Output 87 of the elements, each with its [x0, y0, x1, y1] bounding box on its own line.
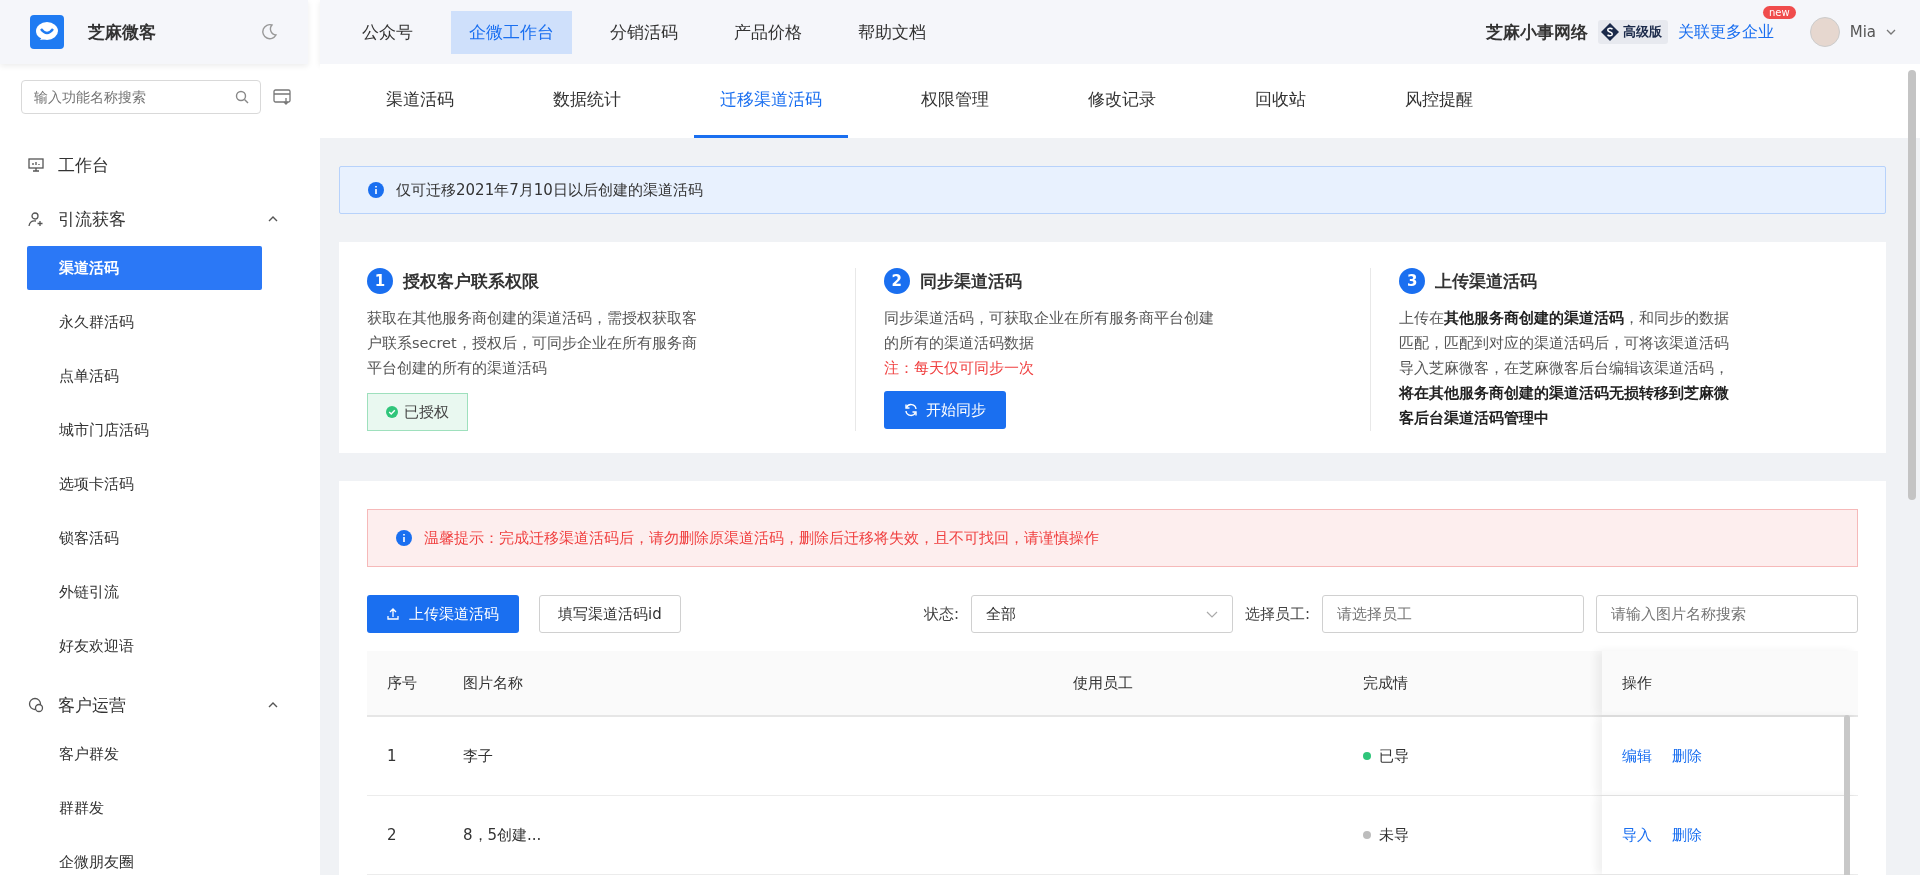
- tab[interactable]: 渠道活码: [360, 64, 480, 138]
- user-menu[interactable]: Mia: [1849, 23, 1876, 41]
- menu-item[interactable]: 城市门店活码: [27, 408, 262, 452]
- step-title: 上传渠道活码: [1435, 269, 1538, 293]
- monitor-icon: [28, 157, 44, 173]
- image-search-field[interactable]: 请输入图片名称搜索: [1596, 595, 1858, 633]
- menu-item[interactable]: 企微朋友圈: [27, 840, 262, 875]
- authorized-status: 已授权: [367, 393, 468, 431]
- chevron-down-icon[interactable]: [1886, 29, 1896, 35]
- menu-item[interactable]: 永久群活码: [27, 300, 262, 344]
- menu-group[interactable]: 客户运营: [0, 678, 320, 732]
- company-name: 芝麻小事网络: [1485, 20, 1588, 44]
- avatar[interactable]: [1809, 17, 1840, 47]
- menu-item[interactable]: 客户群发: [27, 732, 262, 776]
- table-cell-text: 李子: [462, 745, 494, 767]
- menu-item[interactable]: 好友欢迎语: [27, 624, 262, 668]
- upload-icon: [387, 608, 399, 620]
- link-more-companies[interactable]: 关联更多企业: [1677, 21, 1774, 41]
- info-icon: [396, 530, 412, 546]
- step-number: 2: [883, 268, 910, 294]
- info-icon: [368, 182, 384, 198]
- tab[interactable]: 权限管理: [895, 64, 1015, 138]
- table-cell-text: 1: [386, 746, 398, 767]
- tab[interactable]: 数据统计: [527, 64, 647, 138]
- step-number: 1: [367, 268, 393, 294]
- window-download-icon[interactable]: [273, 89, 291, 105]
- scrollbar[interactable]: [1844, 715, 1850, 875]
- status-select[interactable]: 全部: [970, 595, 1233, 633]
- menu-item[interactable]: 锁客活码: [27, 516, 262, 560]
- status-label: 状态:: [923, 604, 959, 624]
- chevron-down-icon: [1205, 610, 1218, 618]
- step-description: 获取在其他服务商创建的渠道活码，需授权获取客户联系secret，授权后，可同步企业在所有服务商平台创建的所有的渠道活码: [367, 309, 698, 378]
- brand-name: 芝麻微客: [88, 20, 157, 44]
- check-circle-icon: [386, 406, 398, 418]
- menu-group[interactable]: 引流获客: [0, 192, 320, 246]
- column-header: 序号: [386, 672, 418, 694]
- tab[interactable]: 风控提醒: [1379, 64, 1499, 138]
- warning-text: 温馨提示：完成迁移渠道活码后，请勿删除原渠道活码，删除后迁移将失效，且不可找回，请谨慎操作: [424, 528, 1099, 548]
- chat-icon: [28, 697, 44, 713]
- staff-label: 选择员工:: [1244, 604, 1310, 624]
- column-header: 使用员工: [1072, 672, 1134, 694]
- row-action-link[interactable]: 删除: [1672, 746, 1702, 766]
- menu-item[interactable]: 渠道活码: [27, 246, 262, 290]
- logo-icon: [30, 15, 64, 49]
- step-description: 同步渠道活码，可获取企业在所有服务商平台创建的所有的渠道活码数据: [883, 309, 1215, 353]
- top-nav-item[interactable]: 企微工作台: [451, 10, 572, 54]
- table-cell-text: 8，5创建...: [462, 824, 543, 846]
- top-nav-item[interactable]: 产品价格: [716, 10, 820, 54]
- search-icon: [235, 90, 249, 104]
- step-note: 注：每天仅可同步一次: [883, 359, 1035, 378]
- step-number: 3: [1399, 268, 1426, 294]
- start-sync-button[interactable]: 开始同步: [883, 391, 1006, 429]
- notice-text: 仅可迁移2021年7月10日以后创建的渠道活码: [396, 180, 703, 200]
- menu-item[interactable]: 选项卡活码: [27, 462, 262, 506]
- menu-group[interactable]: 工作台: [0, 138, 320, 192]
- step-title: 同步渠道活码: [919, 269, 1022, 293]
- row-action-link[interactable]: 删除: [1672, 825, 1702, 845]
- column-header: 图片名称: [462, 672, 524, 694]
- tab[interactable]: 回收站: [1229, 64, 1332, 138]
- top-nav-item[interactable]: 分销活码: [592, 10, 696, 54]
- tab[interactable]: 迁移渠道活码: [694, 64, 848, 138]
- column-header: 操作: [1602, 651, 1858, 715]
- step-title: 授权客户联系权限: [403, 269, 539, 293]
- status-text: 未导: [1379, 825, 1409, 845]
- search-field[interactable]: 输入功能名称搜索: [21, 80, 261, 114]
- step-description: 上传在其他服务商创建的渠道活码，和同步的数据匹配，匹配到对应的渠道活码后，可将该渠道活码导入芝麻微客，在芝麻微客后台编辑该渠道活码，将在其他服务商创建的渠道活码无损转移到芝麻微客后台渠道活码管理中: [1399, 309, 1731, 428]
- row-action-link[interactable]: 编辑: [1622, 746, 1652, 766]
- upload-button[interactable]: 上传渠道活码: [367, 595, 519, 633]
- table-cell-text: 2: [386, 825, 398, 846]
- status-text: 已导: [1379, 746, 1409, 766]
- menu-item[interactable]: 群群发: [27, 786, 262, 830]
- staff-field[interactable]: 请选择员工: [1322, 595, 1584, 633]
- scrollbar[interactable]: [1908, 70, 1916, 500]
- column-header: 完成情: [1362, 672, 1409, 694]
- refresh-icon: [903, 403, 918, 417]
- menu-item[interactable]: 外链引流: [27, 570, 262, 614]
- tab[interactable]: 修改记录: [1062, 64, 1182, 138]
- top-nav-item[interactable]: 帮助文档: [840, 10, 944, 54]
- top-nav-item[interactable]: 公众号: [344, 10, 431, 54]
- fill-id-button[interactable]: 填写渠道活码id: [539, 595, 681, 633]
- row-action-link[interactable]: 导入: [1622, 825, 1652, 845]
- moon-icon[interactable]: [260, 23, 278, 41]
- new-badge: new: [1763, 5, 1796, 19]
- user-add-icon: [28, 211, 44, 227]
- menu-item[interactable]: 点单活码: [27, 354, 262, 398]
- plan-badge: 高级版: [1597, 20, 1668, 44]
- diamond-logo-icon: [1599, 22, 1620, 42]
